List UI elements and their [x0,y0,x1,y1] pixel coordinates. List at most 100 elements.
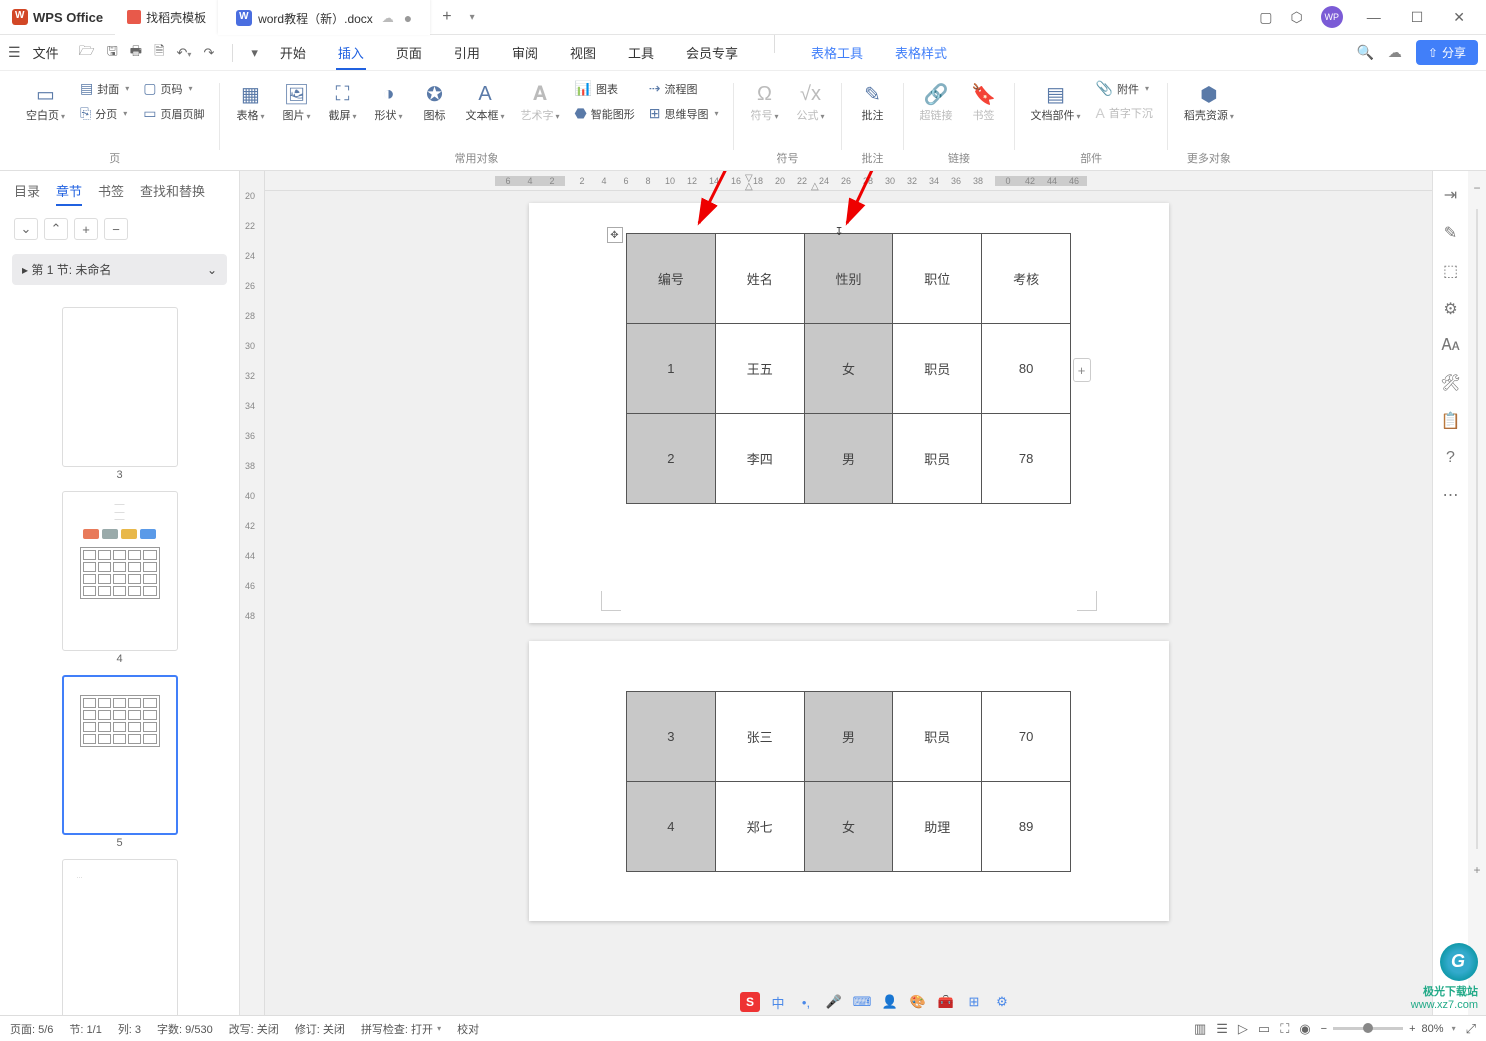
zoom-control[interactable]: − + 80% ▾ [1321,1023,1456,1035]
menu-review[interactable]: 审阅 [510,35,540,70]
undo-icon[interactable]: ↶▾ [177,45,192,61]
ime-punct-icon[interactable]: •, [796,992,816,1012]
table-header-cell[interactable]: 编号 [627,234,716,324]
table-cell[interactable]: 李四 [715,414,804,504]
attachment-button[interactable]: 📎附件▾ [1091,77,1158,100]
ime-skin-icon[interactable]: 🎨 [908,992,928,1012]
shape-button[interactable]: ◑形状▾ [368,77,410,127]
ime-toolbox-icon[interactable]: 🧰 [936,992,956,1012]
view-reading-icon[interactable]: ▷ [1238,1021,1248,1037]
document-area[interactable]: 642 2468101214161820222426283032343638 0… [265,171,1432,1015]
settings-icon[interactable]: ⚙ [1443,299,1457,319]
qat-customize-icon[interactable]: ▾ [251,45,258,61]
vertical-ruler[interactable]: 202224262830323436384042444648 [240,171,265,1015]
table-cell[interactable]: 王五 [715,324,804,414]
view-outline-icon[interactable]: ☰ [1216,1021,1228,1037]
zoom-in-icon[interactable]: + [1409,1023,1415,1035]
table-cell[interactable]: 助理 [893,782,982,872]
docparts-button[interactable]: ▤文档部件▾ [1025,77,1087,127]
view-focus-icon[interactable]: ◉ [1299,1021,1310,1037]
nav-tab-section[interactable]: 章节 [56,181,82,206]
ime-mic-icon[interactable]: 🎤 [824,992,844,1012]
table-cell[interactable]: 80 [982,324,1071,414]
page-thumb-3[interactable] [62,307,178,467]
nav-tab-find[interactable]: 查找和替换 [140,181,205,206]
help-icon[interactable]: ? [1446,449,1455,467]
maximize-button[interactable]: ☐ [1405,9,1430,26]
cover-button[interactable]: ▤封面▾ [75,77,134,100]
table-cell[interactable]: 男 [804,692,893,782]
screenshot-button[interactable]: ⛶截屏▾ [322,77,364,127]
table-button[interactable]: ▦表格▾ [230,77,272,127]
nav-tab-toc[interactable]: 目录 [14,181,40,206]
table-header-cell[interactable]: 考核 [982,234,1071,324]
dropcap-button[interactable]: A首字下沉 [1091,102,1158,124]
ime-lang-icon[interactable]: 中 [768,992,788,1012]
table-header-cell[interactable]: 姓名 [715,234,804,324]
status-overwrite[interactable]: 改写: 关闭 [229,1021,279,1037]
table-cell[interactable]: 3 [627,692,716,782]
close-button[interactable]: ✕ [1447,9,1471,26]
resource-button[interactable]: ⬢稻壳资源▾ [1178,77,1240,127]
page-thumb-5[interactable] [62,675,178,835]
print-preview-icon[interactable]: 🗎 [154,42,164,64]
page-thumb-6[interactable]: … [62,859,178,1015]
tab-templates[interactable]: 找稻壳模板 [115,0,218,35]
user-avatar[interactable]: WP [1321,6,1343,28]
table-cell[interactable]: 张三 [715,692,804,782]
cloud-icon[interactable]: ☁ [1388,44,1402,61]
pagenum-button[interactable]: ▢页码▾ [138,77,209,100]
table-cell[interactable]: 4 [627,782,716,872]
redo-icon[interactable]: ↷ [203,45,214,61]
textbox-button[interactable]: A文本框▾ [460,77,511,127]
tab-list-dropdown[interactable]: ▾ [464,12,481,23]
ime-keyboard-icon[interactable]: ⌨ [852,992,872,1012]
menu-start[interactable]: 开始 [278,35,308,70]
file-menu[interactable]: 文件 [33,43,59,62]
table-cell[interactable]: 2 [627,414,716,504]
zoom-slider[interactable] [1333,1027,1403,1030]
icon-button[interactable]: ✪图标 [414,77,456,127]
chart-button[interactable]: 📊图表 [570,77,640,100]
wordart-button[interactable]: 𝐀艺术字▾ [515,77,566,127]
status-revision[interactable]: 修订: 关闭 [295,1021,345,1037]
select-icon[interactable]: ⬚ [1443,261,1458,281]
status-col[interactable]: 列: 3 [118,1021,141,1037]
menu-table-tools[interactable]: 表格工具 [809,35,865,70]
headerfooter-button[interactable]: ▭页眉页脚 [138,102,209,125]
status-words[interactable]: 字数: 9/530 [157,1021,213,1037]
nav-section-item[interactable]: ▸ 第 1 节: 未命名 ⌄ [12,254,227,285]
nav-up-button[interactable]: ⌃ [44,218,68,240]
tab-document[interactable]: word教程（新）.docx ☁ ● [218,0,430,35]
blank-page-button[interactable]: ▭空白页▾ [20,77,71,127]
status-page[interactable]: 页面: 5/6 [10,1021,53,1037]
reading-mode-icon[interactable]: ▢ [1259,9,1272,26]
smartart-button[interactable]: ⬣智能图形 [570,102,640,125]
zoom-dropdown-icon[interactable]: ▾ [1452,1024,1456,1033]
plus-icon[interactable]: + [1473,863,1480,877]
menu-table-style[interactable]: 表格样式 [893,35,949,70]
minus-icon[interactable]: − [1473,181,1480,195]
menu-tools[interactable]: 工具 [626,35,656,70]
view-web-icon[interactable]: ▭ [1258,1021,1270,1037]
menu-member[interactable]: 会员专享 [684,35,740,70]
page-thumb-4[interactable]: —————— [62,491,178,651]
more-icon[interactable]: ⋯ [1443,485,1459,505]
hyperlink-button[interactable]: 🔗超链接 [914,77,959,127]
pencil-icon[interactable]: ✎ [1444,223,1457,243]
open-icon[interactable]: 🗁 [79,42,95,64]
status-spellcheck[interactable]: 拼写检查: 打开 ▾ [361,1021,441,1037]
table-cell[interactable]: 1 [627,324,716,414]
nav-collapse-button[interactable]: ⌄ [14,218,38,240]
table-cell[interactable]: 89 [982,782,1071,872]
hamburger-icon[interactable]: ☰ [8,44,21,61]
indent-marker-right[interactable]: △ [811,181,819,192]
fit-page-icon[interactable]: ⤢ [1466,1021,1476,1037]
zoom-out-icon[interactable]: − [1321,1023,1327,1035]
pagebreak-button[interactable]: ⎘分页▾ [75,102,134,125]
clipboard-icon[interactable]: 📋 [1441,411,1461,431]
table-cell[interactable]: 女 [804,324,893,414]
bookmark-button[interactable]: 🔖书签 [963,77,1005,127]
save-icon[interactable]: 🖫 [107,42,118,64]
table-cell[interactable]: 职员 [893,414,982,504]
